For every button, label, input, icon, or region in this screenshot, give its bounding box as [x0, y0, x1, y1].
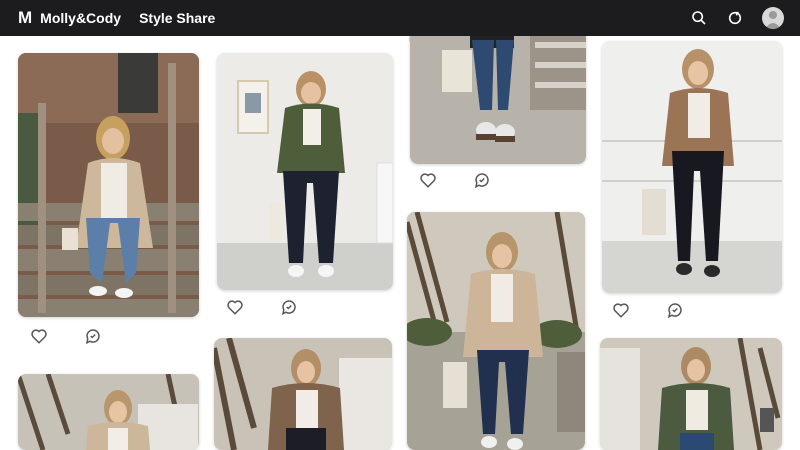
outfit-photo	[18, 53, 199, 317]
post-actions	[226, 298, 298, 316]
brand-logo[interactable]: M	[18, 8, 32, 28]
heart-icon[interactable]	[226, 298, 244, 316]
feed-card[interactable]	[410, 30, 586, 164]
top-navigation-bar: M Molly&Cody Style Share	[0, 0, 800, 36]
post-actions	[419, 171, 491, 189]
header-actions	[690, 0, 784, 36]
user-avatar[interactable]	[762, 7, 784, 29]
feed-card[interactable]	[602, 41, 782, 293]
outfit-photo	[407, 212, 585, 450]
outfit-photo	[214, 338, 392, 450]
feed-card[interactable]	[214, 338, 392, 450]
outfit-photo	[18, 374, 199, 450]
feed-card[interactable]	[18, 374, 199, 450]
style-share-link[interactable]: Style Share	[139, 10, 215, 26]
outfit-photo	[217, 53, 393, 290]
feed-card[interactable]	[217, 53, 393, 290]
feed-card[interactable]	[407, 212, 585, 450]
comment-icon[interactable]	[84, 327, 102, 345]
outfit-photo	[410, 30, 586, 164]
post-actions	[612, 301, 684, 319]
comment-icon[interactable]	[280, 298, 298, 316]
heart-icon[interactable]	[30, 327, 48, 345]
brand-name[interactable]: Molly&Cody	[40, 10, 121, 26]
brand[interactable]: M Molly&Cody Style Share	[18, 8, 215, 28]
heart-icon[interactable]	[612, 301, 630, 319]
feed-card[interactable]	[600, 338, 782, 450]
photo-feed	[0, 0, 800, 450]
refresh-icon[interactable]	[726, 9, 744, 27]
post-actions	[30, 327, 102, 345]
column-divider	[409, 36, 410, 42]
outfit-photo	[600, 338, 782, 450]
feed-card[interactable]	[18, 53, 199, 317]
comment-icon[interactable]	[473, 171, 491, 189]
heart-icon[interactable]	[419, 171, 437, 189]
outfit-photo	[602, 41, 782, 293]
comment-icon[interactable]	[666, 301, 684, 319]
search-icon[interactable]	[690, 9, 708, 27]
